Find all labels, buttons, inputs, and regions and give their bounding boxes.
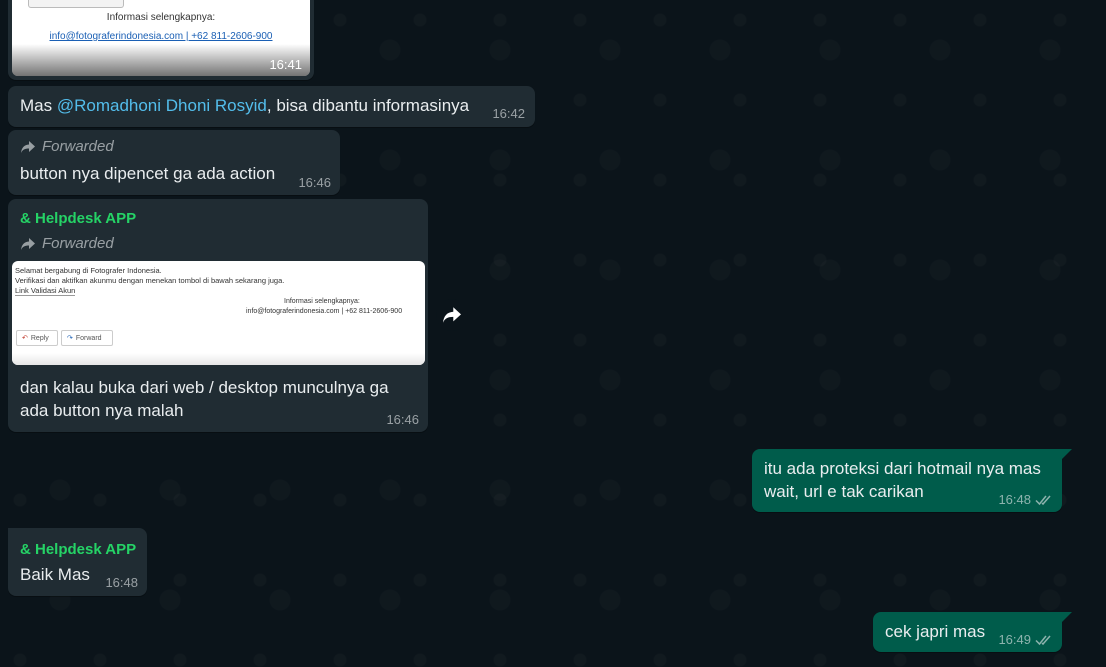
preview-forward-button: ↷ Forward xyxy=(61,330,113,346)
forward-small-icon: ↷ xyxy=(67,335,73,342)
bubble-tail xyxy=(1062,449,1072,459)
bubble-tail xyxy=(1062,612,1072,622)
outgoing-message[interactable]: cek japri mas 16:49 xyxy=(873,612,1062,652)
chat-pane: Informasi selengkapnya: info@fotograferi… xyxy=(0,0,1106,667)
sender-name[interactable]: & Helpdesk APP xyxy=(20,541,136,558)
forward-media-button[interactable] xyxy=(436,299,468,331)
image-message[interactable]: Informasi selengkapnya: info@fotograferi… xyxy=(8,0,314,80)
incoming-message[interactable]: & Helpdesk APP Baik Mas 16:48 xyxy=(8,528,147,596)
message-text-line-2: ada button nya malah xyxy=(20,401,184,420)
preview-link: Link Validasi Akun xyxy=(15,286,76,296)
incoming-message[interactable]: Forwarded button nya dipencet ga ada act… xyxy=(8,130,340,195)
forward-arrow-icon xyxy=(443,307,461,323)
message-time: 16:48 xyxy=(998,492,1031,507)
forwarded-label: Forwarded xyxy=(20,138,114,155)
message-text-suffix: , bisa dibantu informasinya xyxy=(266,96,470,115)
forwarded-text: Forwarded xyxy=(42,235,114,252)
message-time: 16:49 xyxy=(998,632,1031,647)
message-text-line-1: dan kalau buka dari web / desktop muncul… xyxy=(20,378,389,397)
preview-bottom-bar xyxy=(12,353,425,365)
forward-arrow-icon xyxy=(21,140,35,153)
email-screenshot-thumbnail[interactable]: Selamat bergabung di Fotografer Indonesi… xyxy=(12,261,425,365)
message-time: 16:41 xyxy=(269,57,302,72)
incoming-message[interactable]: Mas @Romadhoni Dhoni Rosyid, bisa dibant… xyxy=(8,86,535,127)
message-time: 16:42 xyxy=(492,106,525,121)
preview-contact: info@fotograferindonesia.com | +62 811-2… xyxy=(246,308,403,315)
preview-info: Informasi selengkapnya: xyxy=(284,298,360,305)
forwarded-label: Forwarded xyxy=(20,235,114,252)
message-time: 16:48 xyxy=(105,575,138,590)
thumb-button-stub xyxy=(28,0,124,8)
preview-reply-label: Reply xyxy=(30,334,49,342)
mention-link[interactable]: @Romadhoni Dhoni Rosyid xyxy=(57,96,267,115)
preview-line-2: Verifikasi dan aktifkan akunmu dengan me… xyxy=(15,276,285,285)
forwarded-text: Forwarded xyxy=(42,138,114,155)
preview-reply-button: ↶ Reply xyxy=(16,330,58,346)
message-time: 16:46 xyxy=(386,412,419,427)
message-text-prefix: Mas xyxy=(20,96,57,115)
forward-arrow-icon xyxy=(21,237,35,250)
sender-name[interactable]: & Helpdesk APP xyxy=(20,210,136,227)
message-text-line-2: wait, url e tak carikan xyxy=(764,482,924,501)
thumb-info-label: Informasi selengkapnya: xyxy=(106,12,216,23)
incoming-message[interactable]: & Helpdesk APP Forwarded Selamat bergabu… xyxy=(8,199,428,432)
double-check-icon xyxy=(1035,494,1053,506)
email-screenshot-thumbnail[interactable]: Informasi selengkapnya: info@fotograferi… xyxy=(12,0,310,76)
thumb-info-links: info@fotograferindonesia.com | +62 811-2… xyxy=(49,31,273,42)
thumb-shade xyxy=(12,44,310,76)
outgoing-message[interactable]: itu ada proteksi dari hotmail nya mas wa… xyxy=(752,449,1062,512)
message-text: Mas @Romadhoni Dhoni Rosyid, bisa dibant… xyxy=(20,94,469,117)
message-meta: 16:48 xyxy=(998,492,1053,507)
reply-icon: ↶ xyxy=(22,335,28,342)
message-text-line-1: itu ada proteksi dari hotmail nya mas xyxy=(764,459,1041,478)
message-time: 16:46 xyxy=(298,175,331,190)
message-meta: 16:49 xyxy=(998,632,1053,647)
message-text: Baik Mas xyxy=(20,565,90,584)
message-text: button nya dipencet ga ada action xyxy=(20,164,276,183)
message-text: cek japri mas xyxy=(885,622,986,641)
double-check-icon xyxy=(1035,634,1053,646)
preview-forward-label: Forward xyxy=(75,334,102,342)
preview-line-1: Selamat bergabung di Fotografer Indonesi… xyxy=(15,266,162,275)
